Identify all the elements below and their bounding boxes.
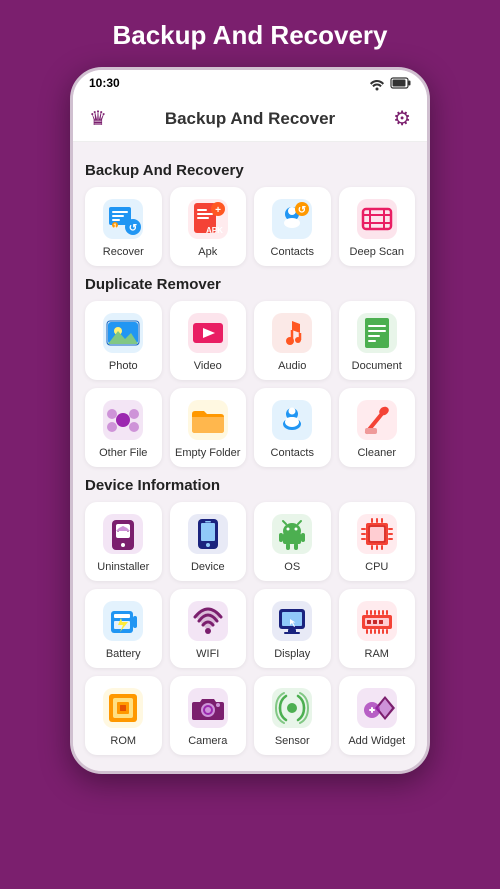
app-header: ♛ Backup And Recover ⚙: [73, 96, 427, 142]
backup-grid: ↺ 1 Recover APK: [85, 187, 415, 266]
cpu-label: CPU: [365, 561, 388, 573]
app-header-title: Backup And Recover: [165, 109, 335, 129]
recover-icon: ↺ 1: [101, 197, 145, 241]
sensor-card[interactable]: Sensor: [254, 676, 331, 755]
battery-card-icon: [101, 599, 145, 643]
video-icon: [186, 311, 230, 355]
cleaner-card[interactable]: Cleaner: [339, 388, 416, 467]
status-time: 10:30: [89, 76, 120, 90]
recover-label: Recover: [103, 246, 144, 258]
display-card[interactable]: Display: [254, 589, 331, 668]
camera-icon: [186, 686, 230, 730]
wifi-status-icon: [369, 77, 385, 89]
wifi-label: WIFI: [196, 648, 219, 660]
deep-scan-label: Deep Scan: [350, 246, 404, 258]
add-widget-label: Add Widget: [348, 735, 405, 747]
add-widget-icon: [355, 686, 399, 730]
section-backup-title: Backup And Recovery: [85, 162, 415, 179]
wifi-card-icon: [186, 599, 230, 643]
empty-folder-card[interactable]: Empty Folder: [170, 388, 247, 467]
sensor-label: Sensor: [275, 735, 310, 747]
display-icon: [270, 599, 314, 643]
camera-label: Camera: [188, 735, 227, 747]
svg-text:+: +: [215, 205, 221, 216]
other-file-card[interactable]: Other File: [85, 388, 162, 467]
sensor-icon: [270, 686, 314, 730]
page-title: Backup And Recovery: [112, 20, 387, 51]
document-icon: [355, 311, 399, 355]
display-label: Display: [274, 648, 310, 660]
video-label: Video: [194, 360, 222, 372]
svg-text:↺: ↺: [129, 223, 137, 234]
add-widget-card[interactable]: Add Widget: [339, 676, 416, 755]
uninstaller-label: Uninstaller: [97, 561, 149, 573]
contacts-backup-icon: ↺: [270, 197, 314, 241]
cpu-icon: [355, 512, 399, 556]
deep-scan-icon: [355, 197, 399, 241]
audio-label: Audio: [278, 360, 306, 372]
section-device-title: Device Information: [85, 477, 415, 494]
other-file-icon: [101, 398, 145, 442]
rom-icon: [101, 686, 145, 730]
video-card[interactable]: Video: [170, 301, 247, 380]
apk-icon: APK +: [186, 197, 230, 241]
uninstaller-icon: [101, 512, 145, 556]
recover-card[interactable]: ↺ 1 Recover: [85, 187, 162, 266]
photo-label: Photo: [109, 360, 138, 372]
svg-text:APK: APK: [206, 226, 223, 235]
other-file-label: Other File: [99, 447, 147, 459]
rom-card[interactable]: ROM: [85, 676, 162, 755]
document-card[interactable]: Document: [339, 301, 416, 380]
contacts-dup-label: Contacts: [271, 447, 314, 459]
os-card[interactable]: OS: [254, 502, 331, 581]
document-label: Document: [352, 360, 402, 372]
os-icon: [270, 512, 314, 556]
ram-card[interactable]: RAM: [339, 589, 416, 668]
audio-icon: [270, 311, 314, 355]
cleaner-icon: [355, 398, 399, 442]
uninstaller-card[interactable]: Uninstaller: [85, 502, 162, 581]
contacts-backup-label: Contacts: [271, 246, 314, 258]
wifi-card[interactable]: WIFI: [170, 589, 247, 668]
contacts-dup-icon: [270, 398, 314, 442]
scroll-content: Backup And Recovery ↺ 1: [73, 142, 427, 771]
rom-label: ROM: [110, 735, 136, 747]
photo-card[interactable]: Photo: [85, 301, 162, 380]
device-grid: Uninstaller Device: [85, 502, 415, 755]
cleaner-label: Cleaner: [357, 447, 396, 459]
battery-card[interactable]: Battery: [85, 589, 162, 668]
apk-label: Apk: [198, 246, 217, 258]
empty-folder-icon: [186, 398, 230, 442]
audio-card[interactable]: Audio: [254, 301, 331, 380]
phone-frame: 10:30 ♛ Backup And Recover ⚙ Backup And …: [70, 67, 430, 774]
status-icons: [369, 77, 411, 89]
contacts-backup-card[interactable]: ↺ Contacts: [254, 187, 331, 266]
settings-icon[interactable]: ⚙: [393, 106, 411, 131]
contacts-dup-card[interactable]: Contacts: [254, 388, 331, 467]
device-label: Device: [191, 561, 225, 573]
ram-label: RAM: [365, 648, 389, 660]
status-bar: 10:30: [73, 70, 427, 96]
svg-text:↺: ↺: [298, 205, 306, 216]
photo-icon: [101, 311, 145, 355]
battery-status-icon: [391, 77, 411, 89]
device-card[interactable]: Device: [170, 502, 247, 581]
device-icon: [186, 512, 230, 556]
crown-icon: ♛: [89, 106, 107, 131]
deep-scan-card[interactable]: Deep Scan: [339, 187, 416, 266]
duplicate-grid: Photo Video: [85, 301, 415, 467]
ram-icon: [355, 599, 399, 643]
apk-card[interactable]: APK + Apk: [170, 187, 247, 266]
camera-card[interactable]: Camera: [170, 676, 247, 755]
cpu-card[interactable]: CPU: [339, 502, 416, 581]
section-duplicate-title: Duplicate Remover: [85, 276, 415, 293]
battery-label: Battery: [106, 648, 141, 660]
empty-folder-label: Empty Folder: [175, 447, 240, 459]
os-label: OS: [284, 561, 300, 573]
